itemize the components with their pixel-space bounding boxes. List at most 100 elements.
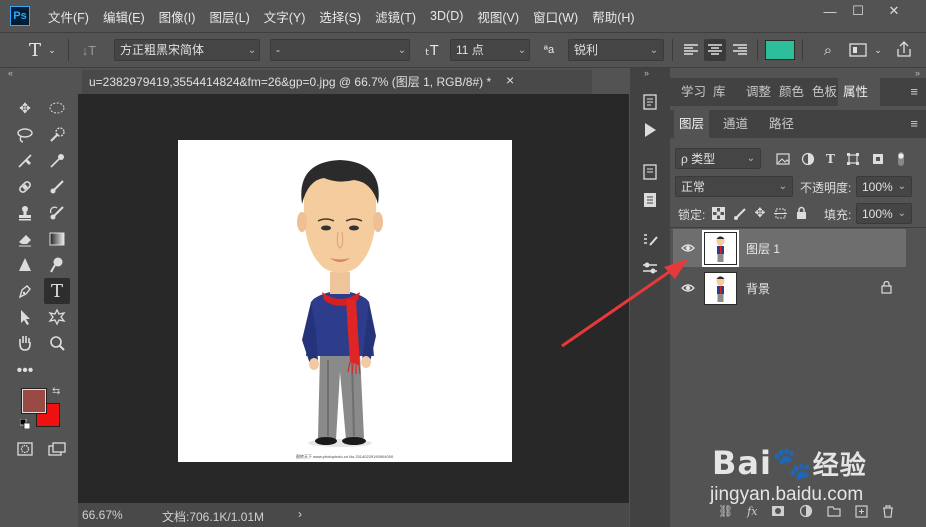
text-orientation-icon[interactable]: ↓T (78, 39, 100, 61)
foreground-color-swatch[interactable] (21, 388, 47, 414)
brush-tool-icon[interactable] (44, 174, 70, 200)
new-layer-icon[interactable] (855, 504, 868, 518)
history-brush-tool-icon[interactable] (44, 200, 70, 226)
properties-panel-icon[interactable] (638, 160, 662, 184)
menu-file[interactable]: 文件(F) (48, 7, 89, 26)
canvas-area[interactable]: 图转天下 www.photophoto.cn No.20140229190904… (78, 94, 629, 503)
lock-position-icon[interactable]: ✥ (755, 205, 766, 221)
align-right-button[interactable] (730, 39, 750, 61)
visibility-eye-icon[interactable] (681, 241, 695, 255)
panel-menu-icon[interactable]: ≡ (910, 116, 918, 131)
dodge-tool-icon[interactable] (44, 252, 70, 278)
custom-shape-tool-icon[interactable] (44, 304, 70, 330)
clone-stamp-tool-icon[interactable] (12, 200, 38, 226)
tab-layers[interactable]: 图层 (674, 110, 710, 138)
text-color-swatch[interactable] (765, 40, 795, 60)
brush-settings-icon[interactable] (638, 228, 662, 252)
layer-name[interactable]: 背景 (746, 280, 770, 297)
pixel-filter-icon[interactable] (776, 152, 790, 166)
filter-toggle-icon[interactable] (896, 151, 906, 167)
shape-filter-icon[interactable] (846, 152, 860, 166)
menu-window[interactable]: 窗口(W) (533, 7, 578, 26)
pen-tool-icon[interactable] (12, 278, 38, 304)
prevent-auto-nesting-icon[interactable] (773, 207, 787, 220)
type-tool-icon[interactable]: T (26, 39, 44, 61)
quick-selection-tool-icon[interactable] (44, 122, 70, 148)
lock-image-pixels-icon[interactable] (733, 207, 746, 220)
tab-paths[interactable]: 路径 (764, 110, 799, 138)
layer-row[interactable]: 图层 1 (673, 229, 906, 267)
link-layers-icon[interactable]: ⛓ (718, 504, 733, 518)
actions-play-icon[interactable] (638, 118, 662, 142)
path-selection-tool-icon[interactable] (12, 304, 38, 330)
delete-layer-icon[interactable] (882, 504, 894, 518)
more-tools-icon[interactable]: ••• (12, 358, 38, 384)
font-style-chevron-icon[interactable]: ⌄ (394, 39, 410, 61)
visibility-eye-icon[interactable] (681, 281, 695, 295)
tab-properties[interactable]: 属性 (838, 78, 880, 106)
type-filter-icon[interactable]: T (826, 152, 835, 166)
hand-tool-icon[interactable] (12, 330, 38, 356)
adjustment-filter-icon[interactable] (801, 152, 815, 166)
quick-mask-icon[interactable] (12, 436, 38, 462)
add-mask-icon[interactable] (771, 505, 785, 517)
menu-image[interactable]: 图像(I) (159, 7, 196, 26)
lasso-tool-icon[interactable] (12, 122, 38, 148)
align-left-button[interactable] (681, 39, 701, 61)
menu-type[interactable]: 文字(Y) (264, 7, 306, 26)
menu-view[interactable]: 视图(V) (477, 7, 519, 26)
crop-tool-icon[interactable] (12, 148, 38, 174)
tab-learn[interactable]: 学习 (676, 78, 711, 106)
collapse-icon[interactable]: » (915, 68, 920, 78)
lock-transparent-pixels-icon[interactable] (712, 206, 725, 220)
tab-swatches[interactable]: 色板 (807, 78, 842, 106)
blend-mode-select[interactable]: 正常 ⌄ (675, 176, 793, 197)
type-tool-icon[interactable]: T (44, 278, 70, 304)
marquee-tool-icon[interactable] (44, 95, 70, 121)
panel-menu-icon[interactable]: ≡ (910, 84, 918, 99)
layer-filter-select[interactable]: ρ 类型 ⌄ (675, 148, 761, 169)
font-style-select[interactable]: - (270, 39, 410, 61)
adjustment-layer-icon[interactable] (799, 504, 813, 518)
status-arrow-icon[interactable]: › (298, 507, 302, 521)
default-colors-icon[interactable] (19, 418, 31, 430)
gradient-tool-icon[interactable] (44, 226, 70, 252)
collapse-icon[interactable]: « (8, 68, 13, 78)
share-button[interactable] (894, 39, 914, 61)
tab-adjustments[interactable]: 调整 (741, 78, 776, 106)
healing-brush-tool-icon[interactable] (12, 174, 38, 200)
eyedropper-tool-icon[interactable] (44, 148, 70, 174)
layer-row[interactable]: 背景 (673, 269, 906, 307)
history-panel-icon[interactable] (638, 90, 662, 114)
adjustments-sliders-icon[interactable] (638, 256, 662, 280)
align-center-button[interactable] (704, 39, 726, 61)
eraser-tool-icon[interactable] (12, 226, 38, 252)
zoom-tool-icon[interactable] (44, 330, 70, 356)
menu-help[interactable]: 帮助(H) (592, 7, 634, 26)
tab-channels[interactable]: 通道 (718, 110, 753, 138)
fill-input[interactable]: 100% ⌄ (856, 203, 912, 224)
opacity-input[interactable]: 100% ⌄ (856, 176, 912, 197)
layer-name[interactable]: 图层 1 (746, 240, 780, 257)
swap-colors-icon[interactable]: ⇆ (52, 386, 60, 397)
antialias-chevron-icon[interactable]: ⌄ (646, 39, 662, 61)
maximize-button[interactable]: ☐ (844, 0, 872, 22)
screen-mode-icon[interactable] (44, 436, 70, 462)
lock-all-icon[interactable] (795, 206, 808, 220)
font-size-chevron-icon[interactable]: ⌄ (514, 39, 530, 61)
notes-panel-icon[interactable] (638, 188, 662, 212)
smart-object-filter-icon[interactable] (871, 152, 885, 166)
tool-preset-chevron-icon[interactable]: ⌄ (46, 39, 58, 61)
move-tool-icon[interactable]: ✥ (12, 95, 38, 121)
menu-select[interactable]: 选择(S) (319, 7, 361, 26)
blur-tool-icon[interactable] (12, 252, 38, 278)
tab-color[interactable]: 颜色 (774, 78, 809, 106)
menu-edit[interactable]: 编辑(E) (103, 7, 145, 26)
zoom-level[interactable]: 66.67% (82, 508, 123, 522)
layer-style-icon[interactable]: fx (747, 505, 757, 518)
font-family-select[interactable]: 方正粗黑宋简体 (114, 39, 260, 61)
chevron-down-icon[interactable]: ⌄ (872, 39, 884, 61)
document-canvas[interactable]: 图转天下 www.photophoto.cn No.20140229190904… (178, 140, 512, 462)
document-tab-close-icon[interactable]: × (506, 72, 514, 88)
menu-3d[interactable]: 3D(D) (430, 9, 463, 23)
